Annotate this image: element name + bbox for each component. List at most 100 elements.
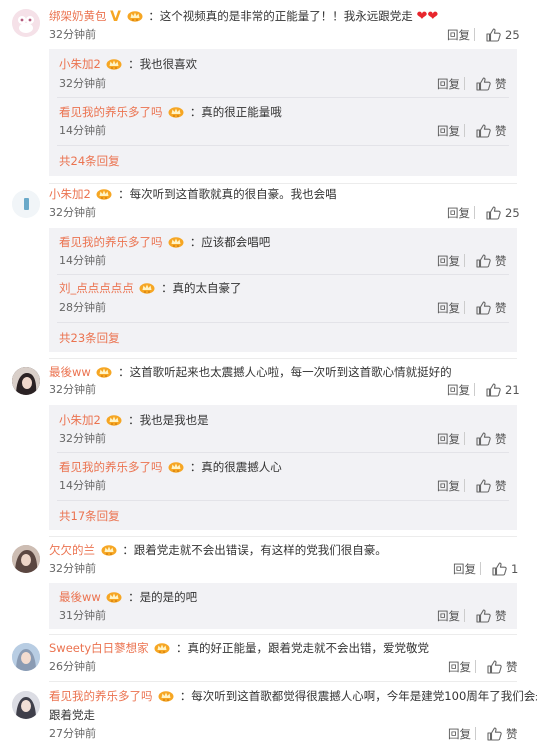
like-button[interactable]: 赞 — [475, 660, 518, 674]
reply-time: 32分钟前 — [59, 77, 106, 90]
reply-text: ：真的很正能量哦 — [189, 105, 282, 119]
comment-username[interactable]: Sweety白日蓼想家 — [49, 641, 149, 655]
comment-text: ：跟着党走就不会出错误，有这样的党我们很自豪。 — [122, 543, 387, 557]
reply-text: ：是的是的吧 — [128, 590, 198, 604]
thumbs-up-icon — [476, 77, 491, 91]
vip-crown-icon — [139, 281, 155, 294]
reply-button[interactable]: 回复 — [437, 432, 460, 446]
thumbs-up-icon — [476, 301, 491, 315]
thumbs-up-icon — [476, 609, 491, 623]
reply-time: 14分钟前 — [59, 479, 106, 492]
like-count: 25 — [505, 28, 520, 42]
reply-text: ：真的太自豪了 — [161, 281, 242, 295]
like-button[interactable]: 赞 — [464, 77, 507, 91]
reply-button[interactable]: 回复 — [453, 562, 476, 576]
reply-button[interactable]: 回复 — [437, 479, 460, 493]
avatar[interactable] — [12, 691, 40, 719]
like-count: 21 — [505, 383, 520, 397]
reply-username[interactable]: 小朱加2 — [59, 413, 101, 427]
like-button[interactable]: 赞 — [464, 301, 507, 315]
reply-button[interactable]: 回复 — [447, 28, 470, 42]
reply-username[interactable]: 小朱加2 — [59, 57, 101, 71]
divider — [49, 536, 517, 537]
verified-v-icon: V — [110, 9, 121, 25]
reply-button[interactable]: 回复 — [437, 609, 460, 623]
like-button[interactable]: 21 — [474, 383, 520, 397]
thumbs-up-icon — [486, 383, 501, 397]
like-button[interactable]: 赞 — [464, 479, 507, 493]
thumbs-up-icon — [486, 206, 501, 220]
avatar[interactable] — [12, 545, 40, 573]
comment-text: ：每次听到这首歌都觉得很震撼人心啊，今年是建党100周年了我们会永远 — [179, 689, 537, 703]
avatar[interactable] — [12, 9, 40, 37]
reply-username[interactable]: 最後ww — [59, 590, 101, 604]
more-replies-link[interactable]: 共17条回复 — [59, 508, 120, 524]
avatar[interactable] — [12, 367, 40, 395]
like-button[interactable]: 赞 — [464, 124, 507, 138]
comment-username[interactable]: 看见我的养乐多了吗 — [49, 689, 153, 703]
reply-time: 32分钟前 — [59, 432, 106, 445]
like-button[interactable]: 25 — [474, 28, 520, 42]
thumbs-up-icon — [492, 562, 507, 576]
divider — [49, 183, 517, 184]
more-replies-link[interactable]: 共24条回复 — [59, 153, 120, 169]
like-button[interactable]: 1 — [480, 562, 519, 576]
like-count: 赞 — [495, 432, 507, 446]
like-count: 1 — [511, 562, 519, 576]
vip-crown-icon — [127, 9, 143, 22]
like-button[interactable]: 赞 — [475, 727, 518, 741]
like-button[interactable]: 25 — [474, 206, 520, 220]
divider — [57, 145, 509, 146]
reply-username[interactable]: 看见我的养乐多了吗 — [59, 460, 163, 474]
like-button[interactable]: 赞 — [464, 432, 507, 446]
reply-time: 14分钟前 — [59, 254, 106, 267]
comment-text: ：真的好正能量，跟着党走就不会出错，爱党敬党 — [175, 641, 429, 655]
avatar[interactable] — [12, 190, 40, 218]
comment-time: 32分钟前 — [49, 562, 96, 575]
comment-time: 27分钟前 — [49, 727, 96, 740]
vip-crown-icon — [168, 460, 184, 473]
reply-list: 小朱加2 ：我也是我也是 32分钟前 回复 赞 看见我的养乐多了吗 ：真的很震撼… — [49, 405, 517, 530]
reply-button[interactable]: 回复 — [448, 727, 471, 741]
like-count: 赞 — [495, 124, 507, 138]
thumbs-up-icon — [486, 28, 501, 42]
comment-text: ：这个视频真的是非常的正能量了！！我永远跟党走 — [148, 9, 413, 23]
reply-button[interactable]: 回复 — [447, 206, 470, 220]
avatar[interactable] — [12, 643, 40, 671]
reply-username[interactable]: 看见我的养乐多了吗 — [59, 105, 163, 119]
thumbs-up-icon — [476, 479, 491, 493]
thumbs-up-icon — [476, 124, 491, 138]
vip-crown-icon — [106, 413, 122, 426]
more-replies-link[interactable]: 共23条回复 — [59, 330, 120, 346]
like-count: 赞 — [495, 77, 507, 91]
like-button[interactable]: 赞 — [464, 254, 507, 268]
reply-button[interactable]: 回复 — [437, 124, 460, 138]
reply-username[interactable]: 看见我的养乐多了吗 — [59, 235, 163, 249]
comment-username[interactable]: 小朱加2 — [49, 187, 91, 201]
vip-crown-icon — [158, 689, 174, 702]
thumbs-up-icon — [476, 254, 491, 268]
reply-list: 小朱加2 ：我也很喜欢 32分钟前 回复 赞 看见我的养乐多了吗 ：真的很正能量… — [49, 49, 517, 176]
like-button[interactable]: 赞 — [464, 609, 507, 623]
reply-button[interactable]: 回复 — [437, 301, 460, 315]
divider — [49, 634, 517, 635]
comment-username[interactable]: 绑架奶黄包 — [49, 9, 107, 23]
like-count: 赞 — [506, 727, 518, 741]
divider — [57, 274, 509, 275]
reply-button[interactable]: 回复 — [437, 77, 460, 91]
comment-text-continued: 跟着党走 — [49, 708, 95, 722]
vip-crown-icon — [101, 543, 117, 556]
reply-button[interactable]: 回复 — [437, 254, 460, 268]
comment-username[interactable]: 最後ww — [49, 365, 91, 379]
comment-time: 32分钟前 — [49, 28, 96, 41]
like-count: 赞 — [506, 660, 518, 674]
reply-button[interactable]: 回复 — [447, 383, 470, 397]
heart-icon: ❤❤ — [416, 9, 439, 24]
comment-username[interactable]: 欠欠的兰 — [49, 543, 95, 557]
reply-username[interactable]: 刘_点点点点点 — [59, 281, 134, 295]
reply-time: 14分钟前 — [59, 124, 106, 137]
divider — [49, 681, 517, 682]
reply-button[interactable]: 回复 — [448, 660, 471, 674]
divider — [57, 322, 509, 323]
like-count: 赞 — [495, 609, 507, 623]
